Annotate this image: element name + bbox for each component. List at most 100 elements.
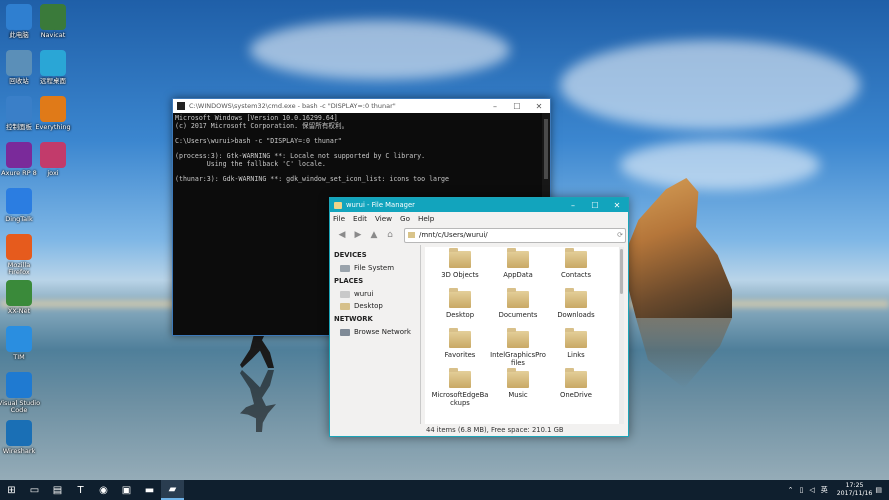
- folder-icon: [565, 248, 587, 268]
- firefox-icon: [6, 234, 32, 260]
- clock-date: 2017/11/16: [836, 490, 873, 497]
- maximize-button[interactable]: ☐: [506, 102, 528, 111]
- file-name: Links: [567, 351, 585, 359]
- desktop-icon-wireshark[interactable]: Wireshark: [0, 420, 41, 455]
- menu-help[interactable]: Help: [418, 214, 434, 223]
- folder-icon: [507, 328, 529, 348]
- chevron-up-icon[interactable]: ⌃: [788, 486, 794, 494]
- volume-icon[interactable]: ◁: [809, 486, 814, 494]
- remote-desktop-icon: [40, 50, 66, 76]
- desktop-icon-xxnet[interactable]: XX-Net: [0, 280, 41, 315]
- cmd-title: C:\WINDOWS\system32\cmd.exe - bash -c "D…: [189, 102, 396, 110]
- computer-icon: [6, 4, 32, 30]
- fm-title: wurui - File Manager: [346, 201, 415, 209]
- typora-icon[interactable]: T: [69, 480, 92, 500]
- file-item[interactable]: AppData: [489, 248, 547, 289]
- firefox-icon[interactable]: ◉: [92, 480, 115, 500]
- desktop-icon-label: XX-Net: [7, 307, 31, 315]
- task-view-icon[interactable]: ▭: [23, 480, 46, 500]
- up-arrow-icon[interactable]: ▲: [366, 228, 382, 242]
- back-arrow-icon[interactable]: ◀: [334, 228, 350, 242]
- sidebar-item-file-system[interactable]: File System: [330, 262, 420, 274]
- desktop-icon-remote-desktop[interactable]: 远程桌面: [31, 50, 75, 85]
- desktop-icon-label: Mozilla Firefox: [7, 261, 31, 276]
- folder-app-icon: [334, 201, 342, 209]
- thunar-folder-icon[interactable]: ▰: [161, 480, 184, 500]
- sidebar-item-label: Browse Network: [354, 328, 411, 336]
- desktop-icon-firefox[interactable]: Mozilla Firefox: [0, 234, 41, 276]
- reload-icon[interactable]: ⟳: [615, 231, 625, 239]
- folder-icon: [449, 288, 471, 308]
- file-grid: 3D Objects AppData Contacts Desktop Document…: [425, 247, 624, 424]
- file-item[interactable]: OneDrive: [547, 368, 605, 409]
- sidebar: DEVICES File System PLACES wurui Desktop…: [330, 245, 421, 424]
- menu-go[interactable]: Go: [400, 214, 410, 223]
- cmd-titlebar[interactable]: C:\WINDOWS\system32\cmd.exe - bash -c "D…: [173, 99, 550, 113]
- file-item[interactable]: Desktop: [431, 288, 489, 329]
- file-item[interactable]: Contacts: [547, 248, 605, 289]
- taskbar-apps: ⊞ ▭ ▤ T ◉ ▣ ▬ ▰: [0, 480, 184, 500]
- cmd-line: (c) 2017 Microsoft Corporation. 保留所有权利。: [175, 121, 349, 130]
- cloud: [620, 140, 820, 190]
- folder-icon: [408, 232, 415, 238]
- forward-arrow-icon[interactable]: ▶: [350, 228, 366, 242]
- sidebar-item-desktop[interactable]: Desktop: [330, 300, 420, 312]
- network-icon[interactable]: ▯: [799, 486, 803, 494]
- menu-edit[interactable]: Edit: [353, 214, 367, 223]
- sidebar-header-devices: DEVICES: [334, 251, 367, 259]
- cmd-output[interactable]: Microsoft Windows [Version 10.0.16299.64…: [173, 113, 550, 185]
- scroll-thumb[interactable]: [544, 119, 548, 179]
- home-icon[interactable]: ⌂: [382, 228, 398, 242]
- desktop-icon-label: Wireshark: [2, 447, 36, 455]
- file-name: Music: [508, 391, 528, 399]
- close-button[interactable]: ✕: [528, 102, 550, 111]
- scroll-thumb[interactable]: [620, 249, 623, 294]
- desktop-icon-navicat[interactable]: Navicat: [31, 4, 75, 39]
- menu-file[interactable]: File: [333, 214, 345, 223]
- desktop-icon-label: joxi: [47, 169, 59, 177]
- file-item[interactable]: Documents: [489, 288, 547, 329]
- clock[interactable]: 17:25 2017/11/16: [837, 482, 873, 498]
- folder-icon: [565, 328, 587, 348]
- fm-scrollbar[interactable]: [619, 247, 624, 424]
- file-item[interactable]: 3D Objects: [431, 248, 489, 289]
- minimize-button[interactable]: –: [484, 102, 506, 111]
- file-name: 3D Objects: [441, 271, 479, 279]
- sidebar-item-wurui[interactable]: wurui: [330, 288, 420, 300]
- runner-reflection: [238, 370, 278, 432]
- desktop-icon-label: 远程桌面: [40, 77, 66, 85]
- joxi-icon: [40, 142, 66, 168]
- location-bar[interactable]: /mnt/c/Users/wurui/ ⟳: [404, 227, 626, 243]
- sidebar-item-browse-network[interactable]: Browse Network: [330, 326, 420, 338]
- close-button[interactable]: ✕: [606, 201, 628, 210]
- ime-icon[interactable]: 英: [821, 485, 828, 495]
- terminal-icon[interactable]: ▬: [138, 480, 161, 500]
- file-item[interactable]: Favorites: [431, 328, 489, 369]
- desktop-icon-vscode[interactable]: Visual Studio Code: [0, 372, 41, 414]
- rock-reflection: [636, 318, 732, 388]
- desktop-icon-search-everything[interactable]: Everything: [31, 96, 75, 131]
- desktop-icon-tim[interactable]: TIM: [0, 326, 41, 361]
- sidebar-header-network: NETWORK: [334, 315, 373, 323]
- file-manager-window[interactable]: wurui - File Manager – ☐ ✕ File Edit Vie…: [329, 197, 629, 437]
- store-icon[interactable]: ▣: [115, 480, 138, 500]
- file-item[interactable]: Music: [489, 368, 547, 409]
- taskbar: ⊞ ▭ ▤ T ◉ ▣ ▬ ▰ ⌃ ▯ ◁ 英 17:25 2017/11/16 ▤: [0, 480, 889, 500]
- file-item[interactable]: Links: [547, 328, 605, 369]
- notification-icon[interactable]: ▤: [875, 486, 882, 494]
- file-item[interactable]: Downloads: [547, 288, 605, 329]
- desktop-icon-joxi[interactable]: joxi: [31, 142, 75, 177]
- folder-icon: [507, 288, 529, 308]
- file-item[interactable]: MicrosoftEdgeBackups: [431, 368, 489, 409]
- desktop-icon-label: TIM: [13, 353, 25, 361]
- maximize-button[interactable]: ☐: [584, 201, 606, 210]
- start-windows-icon[interactable]: ⊞: [0, 480, 23, 500]
- desktop-icon-dingtalk[interactable]: DingTalk: [0, 188, 41, 223]
- file-explorer-icon[interactable]: ▤: [46, 480, 69, 500]
- location-path[interactable]: /mnt/c/Users/wurui/: [419, 231, 615, 239]
- file-item[interactable]: IntelGraphicsProfiles: [489, 328, 547, 369]
- menu-view[interactable]: View: [375, 214, 392, 223]
- fm-titlebar[interactable]: wurui - File Manager – ☐ ✕: [330, 198, 628, 212]
- minimize-button[interactable]: –: [562, 201, 584, 210]
- cmd-line: (thunar:3): Gdk-WARNING **: gdk_window_s…: [175, 174, 449, 183]
